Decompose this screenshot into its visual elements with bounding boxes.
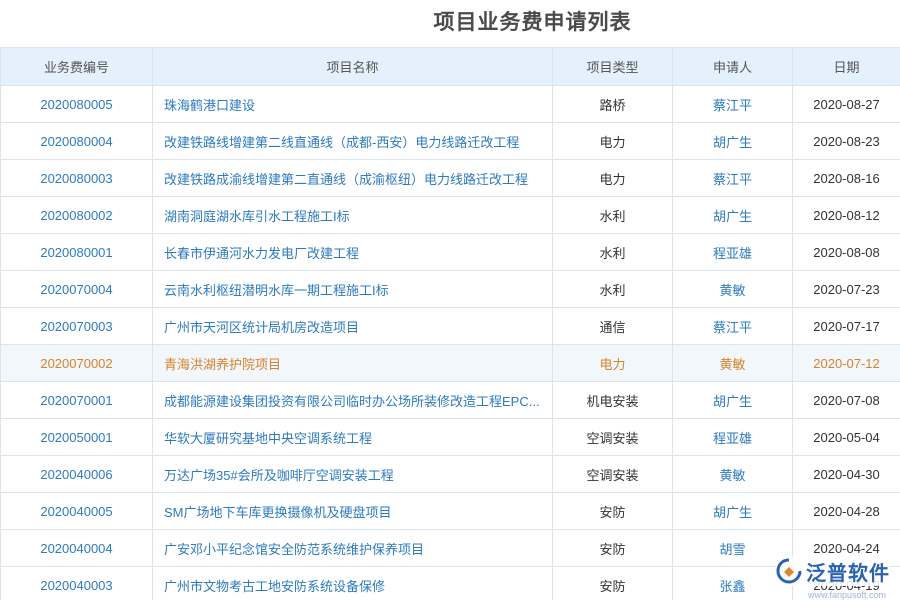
cell-applicant[interactable]: 胡广生 — [673, 382, 793, 419]
cell-project-type: 电力 — [553, 160, 673, 197]
cell-fee-id[interactable]: 2020080002 — [1, 197, 153, 234]
cell-project-type: 通信 — [553, 308, 673, 345]
cell-project-name[interactable]: 青海洪湖养护院项目 — [153, 345, 553, 382]
cell-project-type: 空调安装 — [553, 456, 673, 493]
cell-applicant[interactable]: 蔡江平 — [673, 308, 793, 345]
cell-project-type: 水利 — [553, 271, 673, 308]
cell-fee-id[interactable]: 2020040005 — [1, 493, 153, 530]
cell-date: 2020-08-08 — [793, 234, 900, 271]
table-row[interactable]: 2020080003改建铁路成渝线增建第二直通线（成渝枢纽）电力线路迁改工程电力… — [1, 160, 900, 197]
cell-date: 2020-08-16 — [793, 160, 900, 197]
table-row[interactable]: 2020080001长春市伊通河水力发电厂改建工程水利程亚雄2020-08-08 — [1, 234, 900, 271]
cell-project-type: 空调安装 — [553, 419, 673, 456]
cell-project-type: 水利 — [553, 197, 673, 234]
cell-applicant[interactable]: 黄敏 — [673, 271, 793, 308]
table-header-row: 业务费编号 项目名称 项目类型 申请人 日期 — [1, 48, 900, 86]
cell-applicant[interactable]: 黄敏 — [673, 456, 793, 493]
cell-applicant[interactable]: 蔡江平 — [673, 86, 793, 123]
cell-fee-id[interactable]: 2020070001 — [1, 382, 153, 419]
cell-project-name[interactable]: SM广场地下车库更换摄像机及硬盘项目 — [153, 493, 553, 530]
cell-fee-id[interactable]: 2020040003 — [1, 567, 153, 600]
table-row[interactable]: 2020040003广州市文物考古工地安防系统设备保修安防张鑫2020-04-1… — [1, 567, 900, 600]
table-row[interactable]: 2020040006万达广场35#会所及咖啡厅空调安装工程空调安装黄敏2020-… — [1, 456, 900, 493]
cell-project-name[interactable]: 湖南洞庭湖水库引水工程施工I标 — [153, 197, 553, 234]
cell-project-type: 路桥 — [553, 86, 673, 123]
cell-date: 2020-04-30 — [793, 456, 900, 493]
cell-applicant[interactable]: 张鑫 — [673, 567, 793, 600]
cell-date: 2020-08-27 — [793, 86, 900, 123]
cell-date: 2020-05-04 — [793, 419, 900, 456]
cell-date: 2020-08-12 — [793, 197, 900, 234]
cell-project-type: 机电安装 — [553, 382, 673, 419]
cell-project-name[interactable]: 华软大厦研究基地中央空调系统工程 — [153, 419, 553, 456]
table-row[interactable]: 2020040005SM广场地下车库更换摄像机及硬盘项目安防胡广生2020-04… — [1, 493, 900, 530]
column-header-applicant[interactable]: 申请人 — [673, 48, 793, 86]
watermark-brand: 泛普软件 — [806, 557, 890, 586]
column-header-type[interactable]: 项目类型 — [553, 48, 673, 86]
cell-project-name[interactable]: 成都能源建设集团投资有限公司临时办公场所装修改造工程EPC... — [153, 382, 553, 419]
cell-applicant[interactable]: 程亚雄 — [673, 419, 793, 456]
cell-applicant[interactable]: 黄敏 — [673, 345, 793, 382]
watermark-logo: 泛普软件 — [776, 556, 890, 586]
cell-date: 2020-04-28 — [793, 493, 900, 530]
table-row[interactable]: 2020040004广安邓小平纪念馆安全防范系统维护保养项目安防胡雪2020-0… — [1, 530, 900, 567]
cell-applicant[interactable]: 蔡江平 — [673, 160, 793, 197]
cell-applicant[interactable]: 胡广生 — [673, 123, 793, 160]
cell-project-name[interactable]: 广安邓小平纪念馆安全防范系统维护保养项目 — [153, 530, 553, 567]
cell-date: 2020-07-08 — [793, 382, 900, 419]
cell-project-name[interactable]: 云南水利枢纽潜明水库一期工程施工I标 — [153, 271, 553, 308]
table-row[interactable]: 2020080005珠海鹤港口建设路桥蔡江平2020-08-27 — [1, 86, 900, 123]
column-header-id[interactable]: 业务费编号 — [1, 48, 153, 86]
cell-project-name[interactable]: 珠海鹤港口建设 — [153, 86, 553, 123]
cell-project-type: 电力 — [553, 123, 673, 160]
fee-application-table: 业务费编号 项目名称 项目类型 申请人 日期 2020080005珠海鹤港口建设… — [0, 47, 900, 600]
column-header-date[interactable]: 日期 — [793, 48, 900, 86]
cell-project-name[interactable]: 改建铁路线增建第二线直通线（成都-西安）电力线路迁改工程 — [153, 123, 553, 160]
cell-fee-id[interactable]: 2020040004 — [1, 530, 153, 567]
cell-project-name[interactable]: 万达广场35#会所及咖啡厅空调安装工程 — [153, 456, 553, 493]
cell-fee-id[interactable]: 2020080004 — [1, 123, 153, 160]
cell-fee-id[interactable]: 2020070003 — [1, 308, 153, 345]
cell-project-type: 电力 — [553, 345, 673, 382]
cell-project-type: 安防 — [553, 530, 673, 567]
cell-date: 2020-07-23 — [793, 271, 900, 308]
cell-fee-id[interactable]: 2020070002 — [1, 345, 153, 382]
table-row[interactable]: 2020050001华软大厦研究基地中央空调系统工程空调安装程亚雄2020-05… — [1, 419, 900, 456]
table-row[interactable]: 2020080002湖南洞庭湖水库引水工程施工I标水利胡广生2020-08-12 — [1, 197, 900, 234]
cell-project-type: 安防 — [553, 493, 673, 530]
page-title: 项目业务费申请列表 — [0, 0, 900, 46]
column-header-name[interactable]: 项目名称 — [153, 48, 553, 86]
table-row[interactable]: 2020070003广州市天河区统计局机房改造项目通信蔡江平2020-07-17 — [1, 308, 900, 345]
fanpu-logo-icon — [776, 558, 802, 584]
table-row[interactable]: 2020070004云南水利枢纽潜明水库一期工程施工I标水利黄敏2020-07-… — [1, 271, 900, 308]
cell-fee-id[interactable]: 2020080003 — [1, 160, 153, 197]
cell-project-type: 安防 — [553, 567, 673, 600]
cell-fee-id[interactable]: 2020070004 — [1, 271, 153, 308]
cell-project-name[interactable]: 改建铁路成渝线增建第二直通线（成渝枢纽）电力线路迁改工程 — [153, 160, 553, 197]
cell-date: 2020-07-12 — [793, 345, 900, 382]
table-row[interactable]: 2020070001成都能源建设集团投资有限公司临时办公场所装修改造工程EPC.… — [1, 382, 900, 419]
cell-project-type: 水利 — [553, 234, 673, 271]
table-row[interactable]: 2020070002青海洪湖养护院项目电力黄敏2020-07-12 — [1, 345, 900, 382]
cell-project-name[interactable]: 广州市天河区统计局机房改造项目 — [153, 308, 553, 345]
cell-fee-id[interactable]: 2020050001 — [1, 419, 153, 456]
table-row[interactable]: 2020080004改建铁路线增建第二线直通线（成都-西安）电力线路迁改工程电力… — [1, 123, 900, 160]
cell-applicant[interactable]: 胡雪 — [673, 530, 793, 567]
cell-fee-id[interactable]: 2020080001 — [1, 234, 153, 271]
cell-fee-id[interactable]: 2020080005 — [1, 86, 153, 123]
cell-fee-id[interactable]: 2020040006 — [1, 456, 153, 493]
cell-date: 2020-08-23 — [793, 123, 900, 160]
watermark-url: www.fanpusoft.com — [808, 590, 886, 600]
cell-project-name[interactable]: 长春市伊通河水力发电厂改建工程 — [153, 234, 553, 271]
cell-date: 2020-07-17 — [793, 308, 900, 345]
cell-applicant[interactable]: 胡广生 — [673, 493, 793, 530]
cell-applicant[interactable]: 程亚雄 — [673, 234, 793, 271]
cell-applicant[interactable]: 胡广生 — [673, 197, 793, 234]
cell-project-name[interactable]: 广州市文物考古工地安防系统设备保修 — [153, 567, 553, 600]
